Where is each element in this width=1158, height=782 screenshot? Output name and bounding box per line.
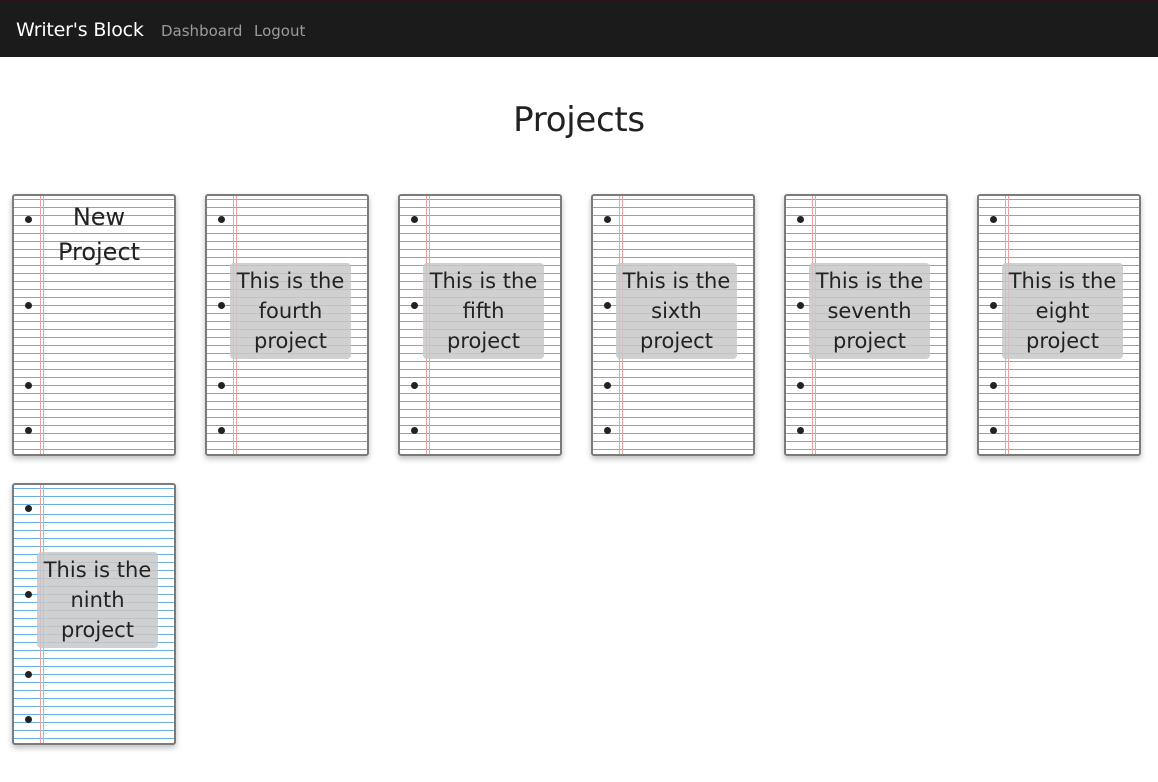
- binder-hole-icon: [797, 382, 804, 389]
- binder-hole-icon: [218, 427, 225, 434]
- project-card[interactable]: This is the ninth project: [12, 483, 176, 745]
- binder-hole-icon: [25, 505, 32, 512]
- binder-hole-icon: [990, 382, 997, 389]
- binder-hole-icon: [25, 427, 32, 434]
- project-title: This is the eight project: [1002, 263, 1123, 359]
- binder-hole-icon: [218, 216, 225, 223]
- brand-link[interactable]: Writer's Block: [16, 19, 144, 41]
- nav-link-logout[interactable]: Logout: [254, 22, 305, 40]
- binder-hole-icon: [25, 671, 32, 678]
- binder-hole-icon: [990, 216, 997, 223]
- project-card[interactable]: This is the seventh project: [784, 194, 948, 456]
- binder-hole-icon: [411, 382, 418, 389]
- binder-hole-icon: [25, 716, 32, 723]
- binder-hole-icon: [990, 302, 997, 309]
- binder-hole-icon: [25, 216, 32, 223]
- nav-link-dashboard[interactable]: Dashboard: [161, 22, 242, 40]
- project-card[interactable]: This is the fourth project: [205, 194, 369, 456]
- project-card[interactable]: This is the sixth project: [591, 194, 755, 456]
- binder-hole-icon: [797, 216, 804, 223]
- new-project-label: New Project: [57, 203, 141, 266]
- binder-hole-icon: [411, 302, 418, 309]
- binder-hole-icon: [797, 427, 804, 434]
- binder-hole-icon: [604, 216, 611, 223]
- binder-hole-icon: [411, 427, 418, 434]
- binder-hole-icon: [218, 302, 225, 309]
- binder-hole-icon: [604, 427, 611, 434]
- binder-hole-icon: [604, 302, 611, 309]
- binder-hole-icon: [411, 216, 418, 223]
- project-card[interactable]: This is the fifth project: [398, 194, 562, 456]
- project-title: This is the ninth project: [37, 552, 158, 648]
- binder-hole-icon: [218, 382, 225, 389]
- project-title: This is the seventh project: [809, 263, 930, 359]
- project-title: This is the sixth project: [616, 263, 737, 359]
- new-project-card[interactable]: New Project: [12, 194, 176, 456]
- binder-hole-icon: [604, 382, 611, 389]
- navbar: Writer's Block Dashboard Logout: [0, 0, 1158, 57]
- project-title: This is the fourth project: [230, 263, 351, 359]
- binder-hole-icon: [25, 382, 32, 389]
- binder-hole-icon: [797, 302, 804, 309]
- project-title: This is the fifth project: [423, 263, 544, 359]
- binder-hole-icon: [25, 302, 32, 309]
- page-title: Projects: [513, 100, 645, 140]
- project-card[interactable]: This is the eight project: [977, 194, 1141, 456]
- binder-hole-icon: [25, 591, 32, 598]
- binder-hole-icon: [990, 427, 997, 434]
